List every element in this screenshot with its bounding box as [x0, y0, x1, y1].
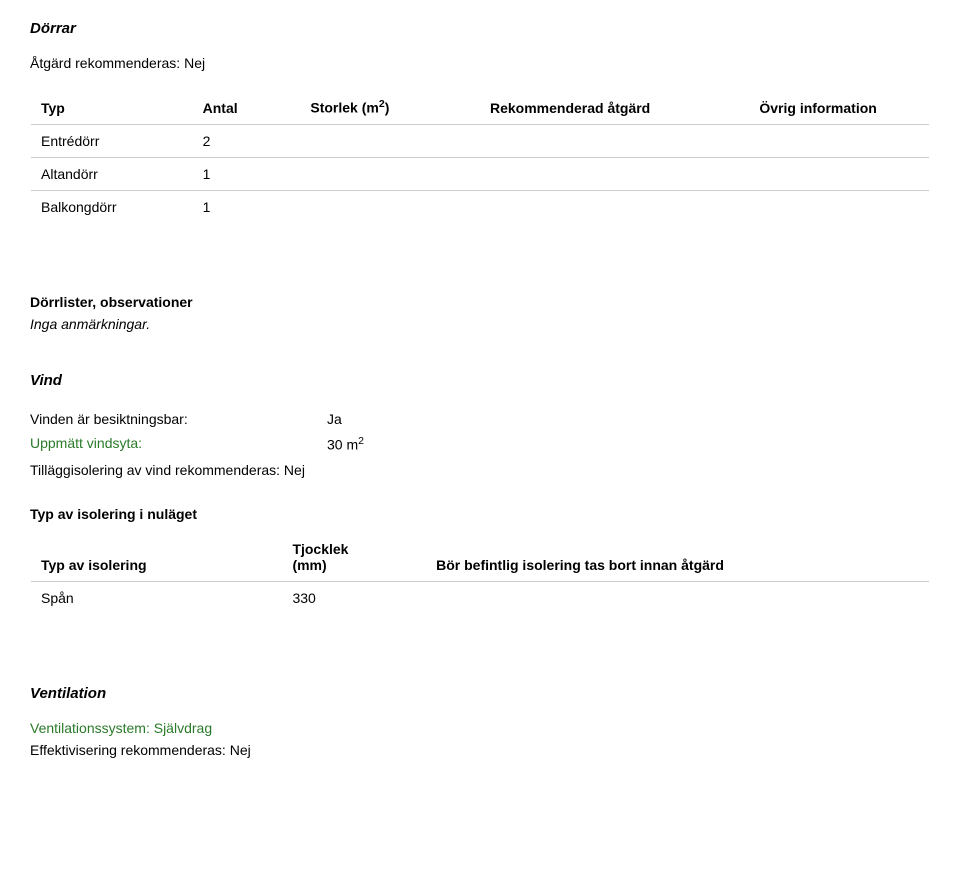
cell-antal: 1: [193, 190, 301, 223]
th-iso-bor: Bör befintlig isolering tas bort innan å…: [426, 533, 929, 582]
th-rekommenderad: Rekommenderad åtgärd: [480, 90, 749, 124]
cell-storlek: [300, 157, 480, 190]
vind-iso-table: Typ av isolering Tjocklek (mm) Bör befin…: [31, 533, 929, 614]
cell-iso-typ: Spån: [31, 582, 282, 615]
vind-iso-heading: Typ av isolering i nuläget: [30, 506, 930, 522]
vind-uppmatt-label: Uppmätt vindsyta:: [30, 431, 327, 457]
cell-rek: [480, 124, 749, 157]
dorrar-atgard-line: Åtgärd rekommenderas: Nej: [30, 55, 930, 71]
dorrlister-text: Inga anmärkningar.: [30, 316, 930, 332]
cell-ovr: [749, 157, 929, 190]
vind-uppmatt-sup: 2: [358, 435, 364, 447]
cell-typ: Entrédörr: [31, 124, 193, 157]
cell-antal: 2: [193, 124, 301, 157]
cell-storlek: [300, 190, 480, 223]
vind-uppmatt-pre: 30 m: [327, 436, 358, 452]
dorrlister-title: Dörrlister, observationer: [30, 294, 930, 310]
vind-besikt-label: Vinden är besiktningsbar:: [30, 407, 327, 431]
cell-rek: [480, 190, 749, 223]
ventilation-eff-line: Effektivisering rekommenderas: Nej: [30, 742, 930, 758]
vind-iso-table-wrap: Typ av isolering Tjocklek (mm) Bör befin…: [30, 532, 930, 625]
vind-fields: Vinden är besiktningsbar: Ja Uppmätt vin…: [30, 407, 570, 457]
cell-typ: Balkongdörr: [31, 190, 193, 223]
cell-ovr: [749, 190, 929, 223]
th-iso-tjocklek: Tjocklek (mm): [282, 533, 426, 582]
section-title-dorrar: Dörrar: [30, 20, 930, 37]
dorrar-header-row: Typ Antal Storlek (m2) Rekommenderad åtg…: [31, 90, 929, 124]
dorrar-atgard-value: Nej: [184, 55, 205, 71]
table-row: Spån 330: [31, 582, 929, 615]
dorrar-table: Typ Antal Storlek (m2) Rekommenderad åtg…: [31, 90, 929, 223]
vind-uppmatt-value: 30 m2: [327, 431, 570, 457]
table-row: Entrédörr 2: [31, 124, 929, 157]
th-ovrig: Övrig information: [749, 90, 929, 124]
th-iso-tjocklek-l1: Tjocklek: [292, 541, 348, 557]
th-typ: Typ: [31, 90, 193, 124]
vind-besikt-value: Ja: [327, 407, 570, 431]
th-iso-typ: Typ av isolering: [31, 533, 282, 582]
vind-tillagg-line: Tilläggisolering av vind rekommenderas: …: [30, 462, 930, 478]
cell-typ: Altandörr: [31, 157, 193, 190]
ventilation-sys-line: Ventilationssystem: Självdrag: [30, 720, 930, 736]
ventilation-sys-label: Ventilationssystem:: [30, 720, 154, 736]
dorrar-atgard-label: Åtgärd rekommenderas:: [30, 55, 184, 71]
cell-storlek: [300, 124, 480, 157]
ventilation-sys-value: Självdrag: [154, 720, 212, 736]
th-storlek: Storlek (m2): [300, 90, 480, 124]
table-row: Altandörr 1: [31, 157, 929, 190]
cell-antal: 1: [193, 157, 301, 190]
cell-iso-bor: [426, 582, 929, 615]
cell-ovr: [749, 124, 929, 157]
cell-iso-tjocklek: 330: [282, 582, 426, 615]
th-storlek-post: ): [385, 100, 390, 116]
th-iso-tjocklek-l2: (mm): [292, 557, 326, 573]
th-storlek-pre: Storlek (m: [310, 100, 378, 116]
table-row: Balkongdörr 1: [31, 190, 929, 223]
cell-rek: [480, 157, 749, 190]
th-antal: Antal: [193, 90, 301, 124]
section-title-vind: Vind: [30, 372, 930, 389]
section-title-ventilation: Ventilation: [30, 685, 930, 702]
vind-iso-header-row: Typ av isolering Tjocklek (mm) Bör befin…: [31, 533, 929, 582]
dorrar-table-wrap: Typ Antal Storlek (m2) Rekommenderad åtg…: [30, 89, 930, 234]
